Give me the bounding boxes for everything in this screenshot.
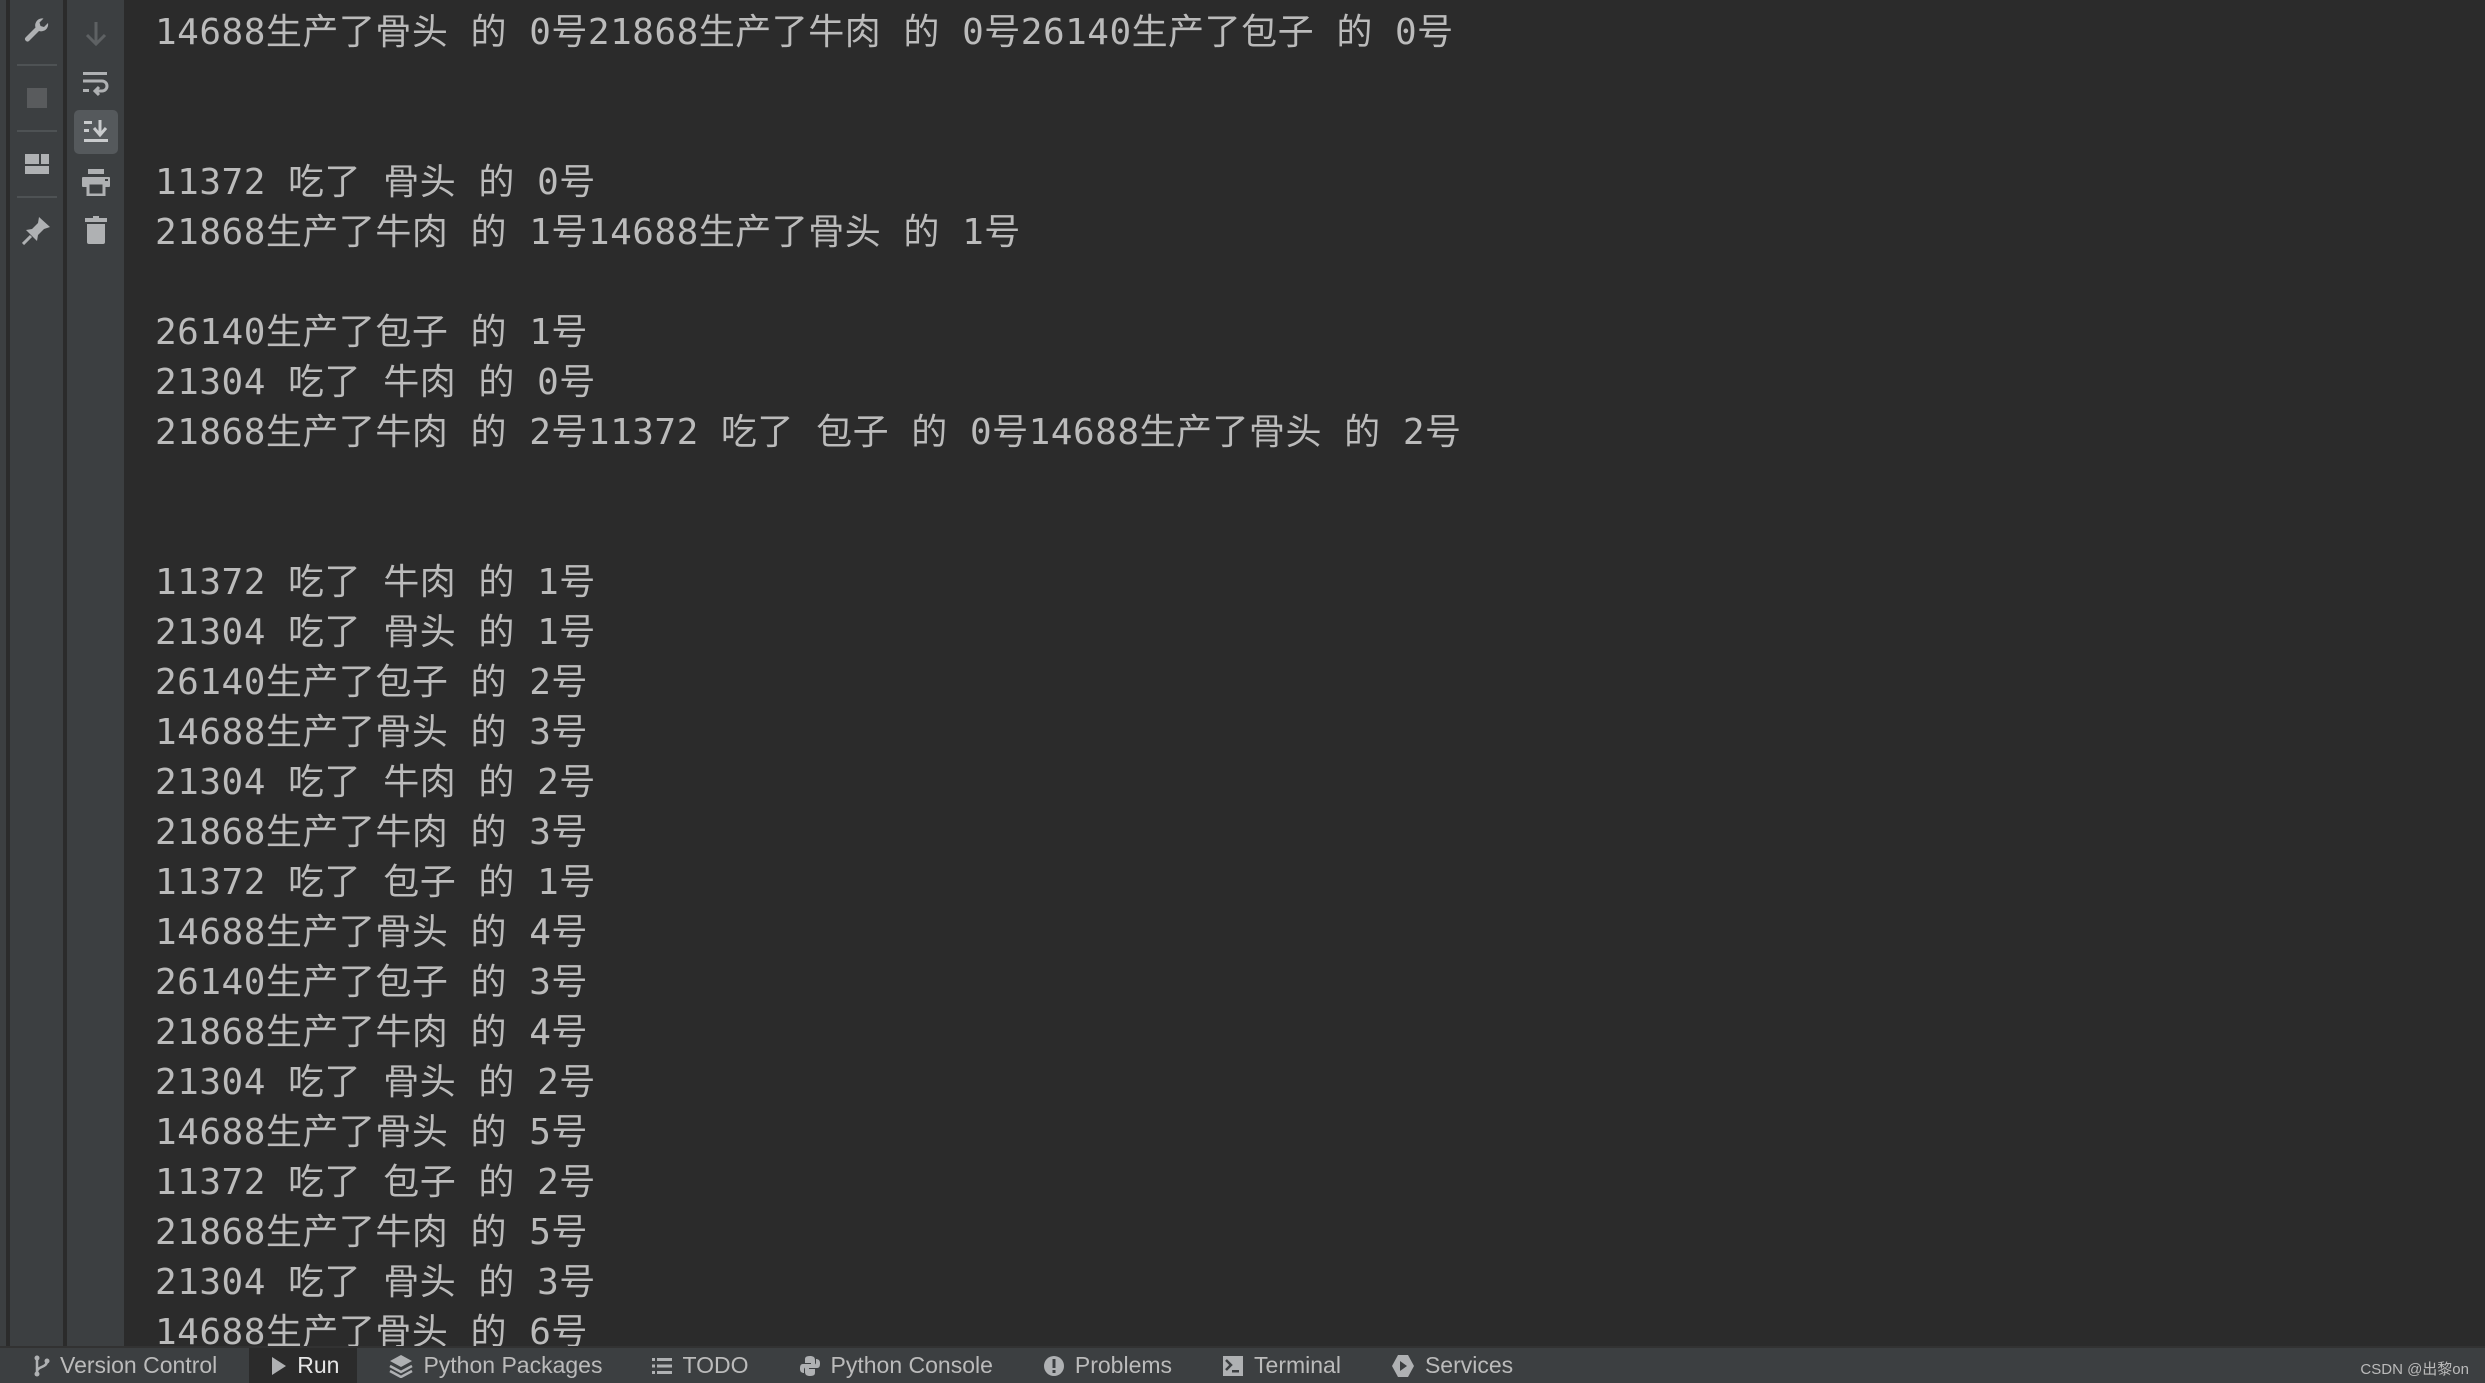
scroll-to-end-button[interactable] bbox=[73, 110, 118, 154]
console-line: 11372 吃了 骨头 的 0号 bbox=[155, 162, 596, 203]
warning-icon bbox=[1043, 1355, 1065, 1377]
console-line: 11372 吃了 包子 的 1号 bbox=[155, 862, 596, 903]
watermark: CSDN @出黎on bbox=[2360, 1361, 2469, 1378]
console-line: 26140生产了包子 的 1号 bbox=[155, 312, 588, 353]
console-line: 14688生产了骨头 的 6号 bbox=[155, 1312, 588, 1346]
trash-icon bbox=[84, 215, 108, 245]
console-output[interactable]: 14688生产了骨头 的 0号21868生产了牛肉 的 0号26140生产了包子… bbox=[125, 0, 2485, 1346]
pin-icon bbox=[21, 215, 52, 245]
down-button[interactable] bbox=[74, 12, 118, 56]
console-line: 21868生产了牛肉 的 1号14688生产了骨头 的 1号 bbox=[155, 212, 1021, 253]
tab-todo[interactable]: TODO bbox=[620, 1348, 766, 1383]
arrow-down-icon bbox=[84, 20, 108, 48]
console-line: 11372 吃了 牛肉 的 1号 bbox=[155, 562, 596, 603]
console-line: 21868生产了牛肉 的 2号11372 吃了 包子 的 0号14688生产了骨… bbox=[155, 412, 1462, 453]
tab-python-packages[interactable]: Python Packages bbox=[357, 1348, 620, 1383]
console-line: 21304 吃了 骨头 的 1号 bbox=[155, 612, 596, 653]
tab-run[interactable]: Run bbox=[249, 1348, 358, 1383]
stop-button[interactable] bbox=[15, 76, 59, 120]
pin-tab-button[interactable] bbox=[15, 208, 59, 252]
tab-label: Terminal bbox=[1254, 1352, 1341, 1378]
console-line: 14688生产了骨头 的 4号 bbox=[155, 912, 588, 953]
tab-label: TODO bbox=[682, 1352, 749, 1378]
run-tool-window: 14688生产了骨头 的 0号21868生产了牛肉 的 0号26140生产了包子… bbox=[0, 0, 2485, 1383]
scroll-to-end-icon bbox=[82, 118, 110, 146]
tab-label: Python Packages bbox=[423, 1352, 603, 1378]
wrench-icon bbox=[22, 17, 52, 47]
soft-wrap-icon bbox=[82, 70, 110, 98]
soft-wrap-button[interactable] bbox=[74, 62, 118, 106]
console-line: 21868生产了牛肉 的 5号 bbox=[155, 1212, 588, 1253]
console-lines: 14688生产了骨头 的 0号21868生产了牛肉 的 0号26140生产了包子… bbox=[155, 8, 1462, 1346]
console-line: 26140生产了包子 的 2号 bbox=[155, 662, 588, 703]
toolbar-separator bbox=[16, 196, 57, 198]
tab-label: Services bbox=[1424, 1352, 1514, 1378]
stop-icon bbox=[26, 87, 48, 109]
run-toolbar-primary bbox=[10, 0, 65, 1346]
play-icon bbox=[271, 1356, 287, 1376]
left-edge-strip bbox=[0, 0, 8, 1346]
layout-button[interactable] bbox=[15, 142, 59, 186]
run-toolbar-secondary bbox=[67, 0, 124, 1346]
console-line: 21868生产了牛肉 的 3号 bbox=[155, 812, 588, 853]
console-line: 14688生产了骨头 的 3号 bbox=[155, 712, 588, 753]
tab-problems[interactable]: Problems bbox=[1011, 1348, 1190, 1383]
tab-label: Problems bbox=[1074, 1352, 1173, 1378]
tab-terminal[interactable]: Terminal bbox=[1190, 1348, 1359, 1383]
print-icon bbox=[81, 168, 111, 196]
clear-all-button[interactable] bbox=[74, 208, 118, 252]
console-line: 21304 吃了 牛肉 的 0号 bbox=[155, 362, 596, 403]
layers-icon bbox=[389, 1354, 414, 1378]
services-icon bbox=[1391, 1354, 1415, 1378]
console-line: 26140生产了包子 的 3号 bbox=[155, 962, 588, 1003]
tool-window-bar: Version Control Run Python Packages TODO… bbox=[0, 1346, 2485, 1383]
console-line: 14688生产了骨头 的 5号 bbox=[155, 1112, 588, 1153]
console-line: 21868生产了牛肉 的 4号 bbox=[155, 1012, 588, 1053]
terminal-icon bbox=[1222, 1355, 1244, 1377]
toolbar-separator bbox=[16, 64, 57, 66]
tab-python-console[interactable]: Python Console bbox=[767, 1348, 1011, 1383]
layout-icon bbox=[24, 153, 50, 175]
toolbar-separator bbox=[16, 130, 57, 132]
print-button[interactable] bbox=[74, 160, 118, 204]
console-line: 21304 吃了 牛肉 的 2号 bbox=[155, 762, 596, 803]
console-line: 11372 吃了 包子 的 2号 bbox=[155, 1162, 596, 1203]
console-line: 14688生产了骨头 的 0号21868生产了牛肉 的 0号26140生产了包子… bbox=[155, 12, 1454, 53]
tab-services[interactable]: Services bbox=[1359, 1348, 1531, 1383]
tab-label: Version Control bbox=[60, 1352, 218, 1378]
console-line: 21304 吃了 骨头 的 2号 bbox=[155, 1062, 596, 1103]
tab-version-control[interactable]: Version Control bbox=[0, 1348, 235, 1383]
tab-label: Python Console bbox=[830, 1352, 993, 1378]
list-icon bbox=[652, 1357, 673, 1375]
tab-label: Run bbox=[297, 1352, 340, 1378]
settings-button[interactable] bbox=[15, 10, 59, 54]
branch-icon bbox=[34, 1355, 50, 1377]
console-line: 21304 吃了 骨头 的 3号 bbox=[155, 1262, 596, 1303]
python-icon bbox=[799, 1355, 821, 1377]
